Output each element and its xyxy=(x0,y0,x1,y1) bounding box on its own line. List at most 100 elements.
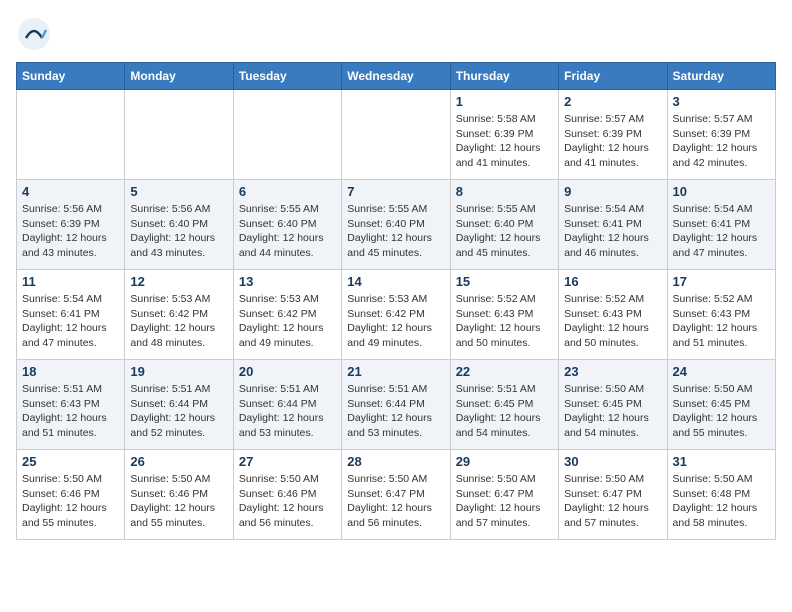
day-info: Sunrise: 5:55 AM Sunset: 6:40 PM Dayligh… xyxy=(347,202,444,261)
calendar-cell: 24 Sunrise: 5:50 AM Sunset: 6:45 PM Dayli… xyxy=(667,360,775,450)
day-info: Sunrise: 5:50 AM Sunset: 6:46 PM Dayligh… xyxy=(130,472,227,531)
day-info: Sunrise: 5:50 AM Sunset: 6:45 PM Dayligh… xyxy=(564,382,661,441)
day-number: 6 xyxy=(239,184,336,199)
day-info: Sunrise: 5:51 AM Sunset: 6:45 PM Dayligh… xyxy=(456,382,553,441)
day-number: 30 xyxy=(564,454,661,469)
day-number: 25 xyxy=(22,454,119,469)
day-info: Sunrise: 5:50 AM Sunset: 6:48 PM Dayligh… xyxy=(673,472,770,531)
day-number: 11 xyxy=(22,274,119,289)
calendar-cell: 16 Sunrise: 5:52 AM Sunset: 6:43 PM Dayli… xyxy=(559,270,667,360)
day-number: 14 xyxy=(347,274,444,289)
calendar-cell: 9 Sunrise: 5:54 AM Sunset: 6:41 PM Daylig… xyxy=(559,180,667,270)
calendar-cell: 17 Sunrise: 5:52 AM Sunset: 6:43 PM Dayli… xyxy=(667,270,775,360)
calendar-cell: 26 Sunrise: 5:50 AM Sunset: 6:46 PM Dayli… xyxy=(125,450,233,540)
day-info: Sunrise: 5:54 AM Sunset: 6:41 PM Dayligh… xyxy=(22,292,119,351)
calendar-week-3: 11 Sunrise: 5:54 AM Sunset: 6:41 PM Dayli… xyxy=(17,270,776,360)
calendar-cell: 12Sunrise: 5:53 AM Sunset: 6:42 PM Dayli… xyxy=(125,270,233,360)
calendar-week-1: 1 Sunrise: 5:58 AM Sunset: 6:39 PM Daylig… xyxy=(17,90,776,180)
day-number: 3 xyxy=(673,94,770,109)
day-number: 23 xyxy=(564,364,661,379)
calendar-cell: 22 Sunrise: 5:51 AM Sunset: 6:45 PM Dayli… xyxy=(450,360,558,450)
calendar-cell: 25 Sunrise: 5:50 AM Sunset: 6:46 PM Dayli… xyxy=(17,450,125,540)
calendar-cell: 28Sunrise: 5:50 AM Sunset: 6:47 PM Dayli… xyxy=(342,450,450,540)
calendar-cell: 23 Sunrise: 5:50 AM Sunset: 6:45 PM Dayli… xyxy=(559,360,667,450)
calendar-cell: 11 Sunrise: 5:54 AM Sunset: 6:41 PM Dayli… xyxy=(17,270,125,360)
day-number: 10 xyxy=(673,184,770,199)
calendar-cell: 19Sunrise: 5:51 AM Sunset: 6:44 PM Dayli… xyxy=(125,360,233,450)
calendar-cell: 30 Sunrise: 5:50 AM Sunset: 6:47 PM Dayli… xyxy=(559,450,667,540)
calendar-cell xyxy=(342,90,450,180)
day-number: 9 xyxy=(564,184,661,199)
day-info: Sunrise: 5:54 AM Sunset: 6:41 PM Dayligh… xyxy=(673,202,770,261)
day-info: Sunrise: 5:51 AM Sunset: 6:44 PM Dayligh… xyxy=(239,382,336,441)
calendar-cell: 27 Sunrise: 5:50 AM Sunset: 6:46 PM Dayli… xyxy=(233,450,341,540)
column-header-friday: Friday xyxy=(559,63,667,90)
day-info: Sunrise: 5:57 AM Sunset: 6:39 PM Dayligh… xyxy=(673,112,770,171)
calendar-cell: 14Sunrise: 5:53 AM Sunset: 6:42 PM Dayli… xyxy=(342,270,450,360)
day-info: Sunrise: 5:50 AM Sunset: 6:47 PM Dayligh… xyxy=(456,472,553,531)
day-info: Sunrise: 5:56 AM Sunset: 6:39 PM Dayligh… xyxy=(22,202,119,261)
day-info: Sunrise: 5:51 AM Sunset: 6:43 PM Dayligh… xyxy=(22,382,119,441)
day-number: 26 xyxy=(130,454,227,469)
day-info: Sunrise: 5:58 AM Sunset: 6:39 PM Dayligh… xyxy=(456,112,553,171)
calendar-cell: 21 Sunrise: 5:51 AM Sunset: 6:44 PM Dayli… xyxy=(342,360,450,450)
column-header-wednesday: Wednesday xyxy=(342,63,450,90)
day-info: Sunrise: 5:55 AM Sunset: 6:40 PM Dayligh… xyxy=(456,202,553,261)
calendar-cell: 13 Sunrise: 5:53 AM Sunset: 6:42 PM Dayli… xyxy=(233,270,341,360)
day-number: 27 xyxy=(239,454,336,469)
day-info: Sunrise: 5:50 AM Sunset: 6:46 PM Dayligh… xyxy=(22,472,119,531)
day-info: Sunrise: 5:51 AM Sunset: 6:44 PM Dayligh… xyxy=(130,382,227,441)
day-number: 8 xyxy=(456,184,553,199)
calendar-cell xyxy=(125,90,233,180)
calendar-cell: 29 Sunrise: 5:50 AM Sunset: 6:47 PM Dayli… xyxy=(450,450,558,540)
calendar-cell xyxy=(17,90,125,180)
calendar-cell: 15 Sunrise: 5:52 AM Sunset: 6:43 PM Dayli… xyxy=(450,270,558,360)
column-header-sunday: Sunday xyxy=(17,63,125,90)
calendar-cell: 20Sunrise: 5:51 AM Sunset: 6:44 PM Dayli… xyxy=(233,360,341,450)
day-number: 5 xyxy=(130,184,227,199)
day-info: Sunrise: 5:52 AM Sunset: 6:43 PM Dayligh… xyxy=(456,292,553,351)
column-header-saturday: Saturday xyxy=(667,63,775,90)
calendar-cell: 2 Sunrise: 5:57 AM Sunset: 6:39 PM Daylig… xyxy=(559,90,667,180)
day-number: 1 xyxy=(456,94,553,109)
day-info: Sunrise: 5:50 AM Sunset: 6:47 PM Dayligh… xyxy=(564,472,661,531)
calendar-week-5: 25 Sunrise: 5:50 AM Sunset: 6:46 PM Dayli… xyxy=(17,450,776,540)
day-number: 16 xyxy=(564,274,661,289)
calendar-cell: 6Sunrise: 5:55 AM Sunset: 6:40 PM Daylig… xyxy=(233,180,341,270)
calendar-cell: 10 Sunrise: 5:54 AM Sunset: 6:41 PM Dayli… xyxy=(667,180,775,270)
calendar-cell: 3 Sunrise: 5:57 AM Sunset: 6:39 PM Daylig… xyxy=(667,90,775,180)
day-info: Sunrise: 5:52 AM Sunset: 6:43 PM Dayligh… xyxy=(564,292,661,351)
day-info: Sunrise: 5:53 AM Sunset: 6:42 PM Dayligh… xyxy=(130,292,227,351)
calendar-cell: 1 Sunrise: 5:58 AM Sunset: 6:39 PM Daylig… xyxy=(450,90,558,180)
day-number: 2 xyxy=(564,94,661,109)
day-info: Sunrise: 5:54 AM Sunset: 6:41 PM Dayligh… xyxy=(564,202,661,261)
logo xyxy=(16,16,54,52)
day-number: 29 xyxy=(456,454,553,469)
day-number: 17 xyxy=(673,274,770,289)
calendar-cell: 18Sunrise: 5:51 AM Sunset: 6:43 PM Dayli… xyxy=(17,360,125,450)
day-number: 7 xyxy=(347,184,444,199)
calendar-cell: 7 Sunrise: 5:55 AM Sunset: 6:40 PM Daylig… xyxy=(342,180,450,270)
day-number: 4 xyxy=(22,184,119,199)
day-number: 31 xyxy=(673,454,770,469)
day-info: Sunrise: 5:57 AM Sunset: 6:39 PM Dayligh… xyxy=(564,112,661,171)
day-info: Sunrise: 5:50 AM Sunset: 6:46 PM Dayligh… xyxy=(239,472,336,531)
day-info: Sunrise: 5:50 AM Sunset: 6:45 PM Dayligh… xyxy=(673,382,770,441)
column-header-tuesday: Tuesday xyxy=(233,63,341,90)
calendar-cell: 8 Sunrise: 5:55 AM Sunset: 6:40 PM Daylig… xyxy=(450,180,558,270)
column-header-thursday: Thursday xyxy=(450,63,558,90)
day-number: 15 xyxy=(456,274,553,289)
day-number: 13 xyxy=(239,274,336,289)
calendar-cell xyxy=(233,90,341,180)
day-info: Sunrise: 5:53 AM Sunset: 6:42 PM Dayligh… xyxy=(239,292,336,351)
day-info: Sunrise: 5:52 AM Sunset: 6:43 PM Dayligh… xyxy=(673,292,770,351)
day-number: 24 xyxy=(673,364,770,379)
calendar-cell: 4 Sunrise: 5:56 AM Sunset: 6:39 PM Daylig… xyxy=(17,180,125,270)
day-number: 22 xyxy=(456,364,553,379)
calendar-header-row: SundayMondayTuesdayWednesdayThursdayFrid… xyxy=(17,63,776,90)
day-info: Sunrise: 5:56 AM Sunset: 6:40 PM Dayligh… xyxy=(130,202,227,261)
day-number: 21 xyxy=(347,364,444,379)
calendar-body: 1 Sunrise: 5:58 AM Sunset: 6:39 PM Daylig… xyxy=(17,90,776,540)
day-info: Sunrise: 5:51 AM Sunset: 6:44 PM Dayligh… xyxy=(347,382,444,441)
calendar-cell: 31 Sunrise: 5:50 AM Sunset: 6:48 PM Dayli… xyxy=(667,450,775,540)
